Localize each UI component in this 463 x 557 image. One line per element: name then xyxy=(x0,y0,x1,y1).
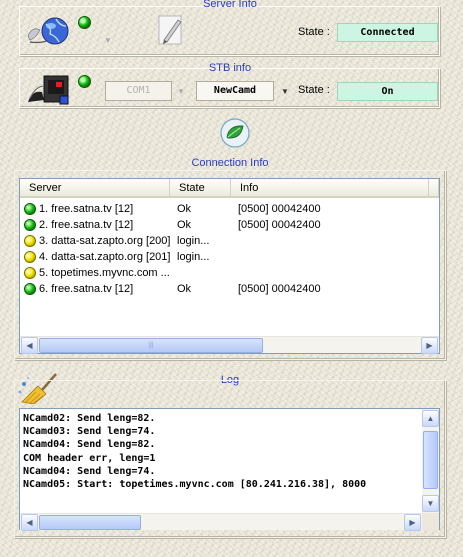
globe-network-icon[interactable] xyxy=(26,14,72,50)
table-row[interactable]: 1. free.satna.tv [12] Ok [0500] 00042400 xyxy=(24,201,434,217)
server-list[interactable]: Server State Info 1. free.satna.tv [12] O… xyxy=(19,178,440,354)
column-header-info[interactable]: Info xyxy=(231,179,429,198)
cell-state: login... xyxy=(177,235,210,247)
status-led-icon xyxy=(24,219,36,231)
log-line: NCamd03: Send leng=74. xyxy=(23,426,156,438)
log-line: NCamd04: Send leng=82. xyxy=(23,439,156,451)
server-state-label: State : xyxy=(298,26,330,38)
column-header-state[interactable]: State xyxy=(170,179,231,198)
status-led-icon xyxy=(24,267,36,279)
server-status-led xyxy=(78,16,91,29)
cell-server: 1. free.satna.tv [12] xyxy=(39,203,134,215)
column-header-empty xyxy=(429,179,439,198)
log-scroll-left-icon[interactable]: ◀ xyxy=(21,514,38,531)
log-scroll-right-icon[interactable]: ▶ xyxy=(404,514,421,531)
scroll-left-icon[interactable]: ◀ xyxy=(21,337,38,354)
server-info-title: Server Info xyxy=(203,0,257,10)
cell-state: Ok xyxy=(177,203,192,215)
log-horizontal-scrollbar[interactable]: ◀ ▶ xyxy=(20,513,422,531)
status-led-icon xyxy=(24,251,36,263)
log-line: NCamd02: Send leng=82. xyxy=(23,413,156,424)
port-select-chevron-down-icon[interactable]: ▼ xyxy=(177,87,185,96)
log-line: NCamd04: Send leng=74. xyxy=(23,465,156,477)
cell-info: [0500] 00042400 xyxy=(238,283,321,295)
log-scroll-h-thumb[interactable] xyxy=(39,515,141,530)
scroll-thumb[interactable]: ||| xyxy=(39,338,263,353)
camd-select[interactable]: NewCamd xyxy=(196,81,274,101)
log-vertical-scrollbar[interactable]: ▲ ▼ xyxy=(422,409,439,513)
satellite-receiver-icon[interactable] xyxy=(26,72,72,106)
cell-state: login... xyxy=(177,251,210,263)
connection-info-title: Connection Info xyxy=(191,157,269,169)
log-scroll-thumb[interactable] xyxy=(423,431,438,489)
status-led-icon xyxy=(24,235,36,247)
scroll-corner xyxy=(422,513,439,530)
cell-info: [0500] 00042400 xyxy=(238,203,321,215)
cell-server: 2. free.satna.tv [12] xyxy=(39,219,134,231)
cell-state: Ok xyxy=(177,219,192,231)
chevron-down-icon: ▼ xyxy=(104,36,112,45)
table-row[interactable]: 3. datta-sat.zapto.org [200] login... xyxy=(24,233,434,249)
stb-state-label: State : xyxy=(298,84,330,96)
log-textarea[interactable]: NCamd02: Send leng=82. NCamd03: Send leng… xyxy=(19,408,440,531)
server-state-value: Connected xyxy=(337,23,438,42)
log-line: NCamd05: Start: topetimes.myvnc.com [80.… xyxy=(23,479,367,490)
stb-state-value: On xyxy=(337,82,438,101)
table-row[interactable]: 5. topetimes.myvnc.com ... xyxy=(24,265,434,281)
cell-server: 5. topetimes.myvnc.com ... xyxy=(39,267,170,279)
column-header-server[interactable]: Server xyxy=(20,179,170,198)
cell-server: 6. free.satna.tv [12] xyxy=(39,283,134,295)
leaf-connect-icon[interactable] xyxy=(219,117,251,149)
log-line: COM header err, leng=1 xyxy=(23,452,156,464)
server-list-header: Server State Info xyxy=(20,179,439,198)
scroll-down-icon[interactable]: ▼ xyxy=(422,495,439,512)
cell-info: [0500] 00042400 xyxy=(238,219,321,231)
table-row[interactable]: 6. free.satna.tv [12] Ok [0500] 00042400 xyxy=(24,281,434,297)
cell-server: 4. datta-sat.zapto.org [201] xyxy=(39,251,171,263)
camd-select-chevron-down-icon[interactable]: ▼ xyxy=(281,87,289,96)
stb-info-title: STB info xyxy=(208,62,252,74)
status-led-icon xyxy=(24,203,36,215)
scroll-up-icon[interactable]: ▲ xyxy=(422,410,439,427)
pencil-edit-icon[interactable] xyxy=(156,14,186,46)
cell-state: Ok xyxy=(177,283,192,295)
table-row[interactable]: 2. free.satna.tv [12] Ok [0500] 00042400 xyxy=(24,217,434,233)
status-led-icon xyxy=(24,283,36,295)
cell-server: 3. datta-sat.zapto.org [200] xyxy=(39,235,171,247)
port-select[interactable]: COM1 xyxy=(105,81,172,101)
server-list-horizontal-scrollbar[interactable]: ◀ ||| ▶ xyxy=(20,336,439,354)
stb-status-led xyxy=(78,75,91,88)
scroll-right-icon[interactable]: ▶ xyxy=(421,337,438,354)
table-row[interactable]: 4. datta-sat.zapto.org [201] login... xyxy=(24,249,434,265)
